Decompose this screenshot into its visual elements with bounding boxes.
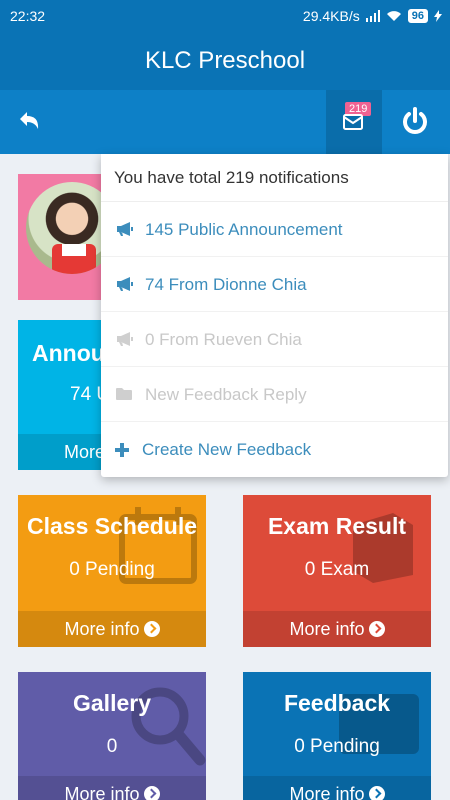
app-title: KLC Preschool xyxy=(0,32,450,90)
arrow-circle-right-icon xyxy=(143,621,160,637)
feedback-value: 0 Pending xyxy=(294,736,380,757)
gallery-more[interactable]: More info xyxy=(18,776,206,800)
notifications-dropdown: You have total 219 notifications 145 Pub… xyxy=(101,154,448,477)
gallery-title: Gallery xyxy=(73,690,151,716)
power-icon xyxy=(403,107,427,134)
class-schedule-more[interactable]: More info xyxy=(18,611,206,647)
folder-icon xyxy=(115,387,145,401)
megaphone-icon xyxy=(115,331,145,347)
gallery-value: 0 xyxy=(106,736,118,757)
feedback-more[interactable]: More info xyxy=(243,776,431,800)
logout-button[interactable] xyxy=(395,102,435,142)
arrow-circle-right-icon xyxy=(143,786,160,800)
signal-icon xyxy=(365,10,380,22)
megaphone-icon xyxy=(115,276,145,292)
wifi-icon xyxy=(386,11,401,21)
status-right: 29.4KB/s 96 xyxy=(303,8,442,24)
feedback-card[interactable]: Feedback 0 Pending More info xyxy=(243,672,431,800)
arrow-circle-right-icon xyxy=(368,621,385,637)
feedback-title: Feedback xyxy=(283,690,391,716)
exam-result-more[interactable]: More info xyxy=(243,611,431,647)
announcement-card[interactable]: Annou 74 U More xyxy=(18,320,108,470)
notification-feedback-reply[interactable]: New Feedback Reply xyxy=(101,367,448,422)
plus-icon xyxy=(115,442,142,457)
gallery-card[interactable]: Gallery 0 More info xyxy=(18,672,206,800)
notification-dionne-chia[interactable]: 74 From Dionne Chia xyxy=(101,257,448,312)
class-schedule-card[interactable]: Class Schedule 0 Pending More info xyxy=(18,495,206,647)
avatar xyxy=(26,182,108,274)
announcement-title: Annou xyxy=(32,340,105,366)
create-feedback-link[interactable]: Create New Feedback xyxy=(101,422,448,477)
arrow-circle-right-icon xyxy=(368,786,385,800)
notifications-header: You have total 219 notifications xyxy=(101,154,448,202)
class-schedule-title: Class Schedule xyxy=(26,513,198,539)
notifications-button[interactable]: 219 xyxy=(326,90,382,154)
battery-icon: 96 xyxy=(407,9,428,23)
megaphone-icon xyxy=(115,221,145,237)
charging-icon xyxy=(434,10,442,22)
back-button[interactable] xyxy=(10,102,50,142)
notification-public-announcement[interactable]: 145 Public Announcement xyxy=(101,202,448,257)
notification-rueven-chia[interactable]: 0 From Rueven Chia xyxy=(101,312,448,367)
envelope-icon xyxy=(343,114,363,130)
reply-icon xyxy=(20,112,39,129)
exam-result-value: 0 Exam xyxy=(304,559,370,580)
exam-result-title: Exam Result xyxy=(267,513,407,539)
status-bar: 22:32 29.4KB/s 96 xyxy=(0,0,450,32)
exam-result-card[interactable]: Exam Result 0 Exam More info xyxy=(243,495,431,647)
class-schedule-value: 0 Pending xyxy=(69,559,155,580)
profile-card[interactable] xyxy=(18,174,108,300)
announcement-more[interactable]: More xyxy=(18,434,108,470)
net-speed: 29.4KB/s xyxy=(302,8,360,24)
toolbar: 219 xyxy=(0,90,450,154)
status-time: 22:32 xyxy=(10,8,46,24)
